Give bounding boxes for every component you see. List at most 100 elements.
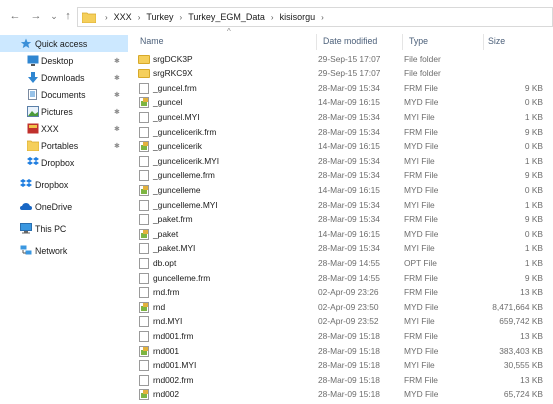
recent-locations-icon[interactable]: ⌄ (47, 9, 61, 23)
file-name: db.opt (153, 257, 177, 268)
file-row[interactable]: _guncel.frm 28-Mar-09 15:34 FRM File 9 KB (134, 81, 553, 96)
up-icon[interactable]: ↑ (61, 9, 75, 23)
file-size: 1 KB (524, 243, 543, 254)
file-row[interactable]: guncelleme.frm 28-Mar-09 14:55 FRM File 9 K… (134, 271, 553, 286)
sidebar-item-pictures[interactable]: Pictures ✱ (0, 103, 128, 120)
breadcrumb-separator[interactable]: › (135, 13, 144, 22)
data-file-icon (139, 184, 149, 196)
file-row[interactable]: rnd001.frm 28-Mar-09 15:18 FRM File 13 KB (134, 329, 553, 344)
sidebar-item-label: OneDrive (35, 201, 73, 212)
file-row[interactable]: rnd001.MYI 28-Mar-09 15:18 MYI File 30,555 … (134, 358, 553, 373)
file-icon (139, 111, 149, 123)
file-size: 1 KB (524, 155, 543, 166)
file-row[interactable]: _guncelicerik.frm 28-Mar-09 15:34 FRM File… (134, 125, 553, 140)
data-file-icon (139, 228, 149, 240)
file-icon (139, 82, 149, 94)
file-date-modified: 28-Mar-09 14:55 (318, 272, 380, 283)
sidebar-item-this-pc[interactable]: This PC (0, 220, 128, 237)
column-header-date[interactable]: Date modified (317, 32, 403, 50)
file-row[interactable]: _guncel.MYI 28-Mar-09 15:34 MYI File 1 KB (134, 110, 553, 125)
breadcrumb-separator[interactable]: › (318, 13, 327, 22)
file-row[interactable]: _paket.frm 28-Mar-09 15:34 FRM File 9 KB (134, 212, 553, 227)
file-row[interactable]: rnd002.frm 28-Mar-09 15:18 FRM File 13 KB (134, 373, 553, 388)
file-row[interactable]: _paket.MYI 28-Mar-09 15:34 MYI File 1 KB (134, 241, 553, 256)
file-type: FRM File (404, 374, 438, 385)
column-header-type[interactable]: Type (403, 32, 486, 50)
file-name: rnd001.MYI (153, 360, 197, 371)
file-row[interactable]: _guncelleme.MYI 28-Mar-09 15:34 MYI File 1 … (134, 198, 553, 213)
file-size (463, 66, 543, 81)
sidebar-item-label: XXX (41, 123, 59, 134)
file-date-modified: 02-Apr-09 23:50 (318, 301, 379, 312)
file-row[interactable]: rnd001 28-Mar-09 15:18 MYD File 383,403 KB (134, 344, 553, 359)
sidebar-item-documents[interactable]: Documents ✱ (0, 86, 128, 103)
pin-icon[interactable]: ✱ (114, 91, 120, 99)
file-row[interactable]: _guncelicerik.MYI 28-Mar-09 15:34 MYI File… (134, 154, 553, 169)
file-row[interactable]: rnd.frm 02-Apr-09 23:26 FRM File 13 KB (134, 285, 553, 300)
sidebar-item-desktop[interactable]: Desktop ✱ (0, 52, 128, 69)
file-name: _guncelleme (153, 184, 201, 195)
breadcrumb-item[interactable]: XXX (111, 12, 135, 22)
file-name: rnd (153, 301, 166, 312)
breadcrumb-separator[interactable]: › (268, 13, 277, 22)
file-icon (139, 214, 149, 226)
file-row[interactable]: _guncelicerik 14-Mar-09 16:15 MYD File 0 KB (134, 139, 553, 154)
column-header-name[interactable]: Name ^ (134, 27, 317, 50)
navigation-pane: Quick access Desktop ✱ Downloads ✱ Docum… (0, 32, 128, 404)
file-type: FRM File (404, 272, 438, 283)
file-date-modified: 28-Mar-09 15:34 (318, 155, 380, 166)
pictures-icon (27, 106, 39, 117)
sidebar-item-onedrive[interactable]: OneDrive (0, 198, 128, 215)
documents-icon (28, 89, 37, 100)
file-date-modified: 28-Mar-09 15:18 (318, 330, 380, 341)
sidebar-item-quick-access[interactable]: Quick access (0, 35, 128, 52)
sidebar-item-network[interactable]: Network (0, 242, 128, 259)
desktop-icon (27, 55, 39, 66)
file-row[interactable]: _guncel 14-Mar-09 16:15 MYD File 0 KB (134, 95, 553, 110)
file-type: MYI File (404, 360, 435, 371)
column-header-label: Name (140, 36, 164, 46)
sidebar-item-label: This PC (35, 223, 67, 234)
file-row[interactable]: rnd002 28-Mar-09 15:18 MYD File 65,724 KB (134, 387, 553, 402)
file-type: FRM File (404, 287, 438, 298)
file-date-modified: 02-Apr-09 23:52 (318, 316, 379, 327)
file-name: _guncelleme.frm (153, 170, 215, 181)
column-header-size[interactable]: Size (482, 32, 552, 50)
file-type: File folder (404, 68, 441, 79)
file-row[interactable]: srgDCK3P 29-Sep-15 17:07 File folder (134, 52, 553, 67)
file-name: guncelleme.frm (153, 272, 211, 283)
pin-icon[interactable]: ✱ (114, 74, 120, 82)
pin-icon[interactable]: ✱ (114, 108, 120, 116)
file-row[interactable]: srgRKC9X 29-Sep-15 17:07 File folder (134, 66, 553, 81)
pin-icon[interactable]: ✱ (114, 125, 120, 133)
breadcrumb-item[interactable]: Turkey_EGM_Data (185, 12, 268, 22)
breadcrumb-separator[interactable]: › (177, 13, 186, 22)
column-header-label: Type (409, 36, 429, 46)
sidebar-item-dropbox[interactable]: Dropbox (0, 176, 128, 193)
file-icon (139, 330, 149, 342)
file-icon (139, 243, 149, 255)
file-row[interactable]: rnd.MYI 02-Apr-09 23:52 MYI File 659,742 KB (134, 314, 553, 329)
file-row[interactable]: rnd 02-Apr-09 23:50 MYD File 8,471,664 KB (134, 300, 553, 315)
file-row[interactable]: _guncelleme.frm 28-Mar-09 15:34 FRM File 9 … (134, 168, 553, 183)
pin-icon[interactable]: ✱ (114, 142, 120, 150)
sidebar-item-xxx[interactable]: XXX ✱ (0, 120, 128, 137)
file-row[interactable]: _paket 14-Mar-09 16:15 MYD File 0 KB (134, 227, 553, 242)
data-file-icon (139, 141, 149, 153)
file-date-modified: 14-Mar-09 16:15 (318, 184, 380, 195)
breadcrumb-item[interactable]: kisisorgu (277, 12, 319, 22)
file-row[interactable]: db.opt 28-Mar-09 14:55 OPT File 1 KB (134, 256, 553, 271)
file-name: rnd002.frm (153, 374, 194, 385)
breadcrumb-item[interactable]: Turkey (143, 12, 176, 22)
file-date-modified: 28-Mar-09 15:34 (318, 170, 380, 181)
sidebar-item-dropbox-quick[interactable]: Dropbox (0, 154, 128, 171)
sidebar-item-downloads[interactable]: Downloads ✱ (0, 69, 128, 86)
pin-icon[interactable]: ✱ (114, 57, 120, 65)
folder-red-icon (27, 123, 39, 134)
file-row[interactable]: _guncelleme 14-Mar-09 16:15 MYD File 0 KB (134, 183, 553, 198)
back-icon[interactable]: ← (8, 9, 22, 23)
file-type: FRM File (404, 82, 438, 93)
sidebar-item-portables[interactable]: Portables ✱ (0, 137, 128, 154)
forward-icon[interactable]: → (29, 9, 43, 23)
address-bar[interactable]: › XXX › Turkey › Turkey_EGM_Data › kisis… (77, 7, 553, 27)
